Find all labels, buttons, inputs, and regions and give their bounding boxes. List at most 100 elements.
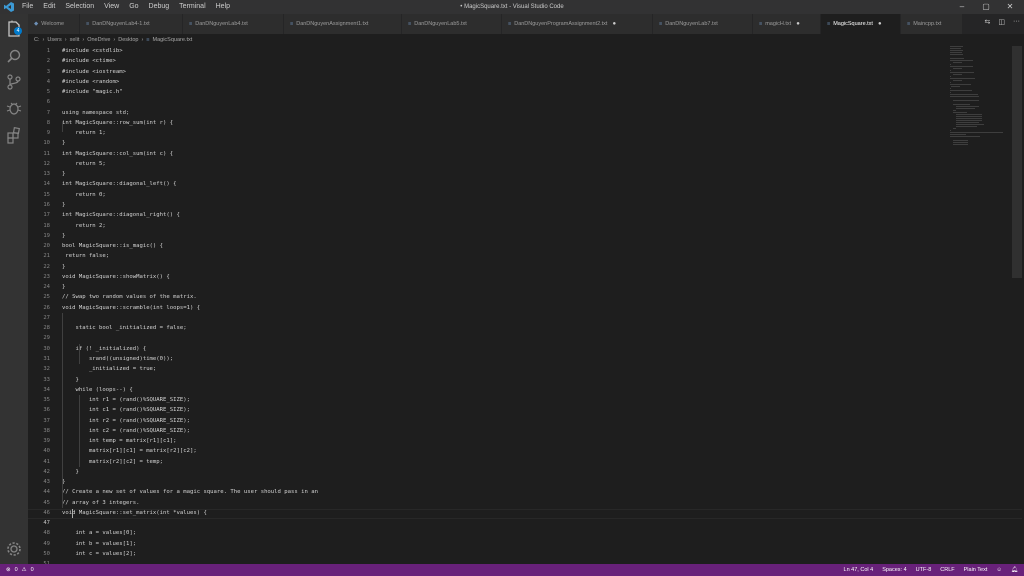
- line-ending[interactable]: CRLF: [940, 564, 954, 576]
- unsaved-dot-icon[interactable]: ●: [878, 21, 882, 27]
- code-line[interactable]: }: [62, 375, 962, 385]
- unsaved-dot-icon[interactable]: ●: [796, 21, 800, 27]
- code-line[interactable]: [62, 313, 962, 323]
- menu-terminal[interactable]: Terminal: [179, 2, 205, 12]
- tab-dandnguyenlab5-txt[interactable]: ≡ DanDNguyenLab5.txt: [402, 14, 502, 34]
- code-line[interactable]: }: [62, 169, 962, 179]
- code-line[interactable]: int r2 = (rand()%SQUARE_SIZE);: [62, 416, 962, 426]
- code-line[interactable]: }: [62, 138, 962, 148]
- code-line[interactable]: int a = values[0];: [62, 528, 962, 538]
- tab-dandnguyenprogramassignment2-txt[interactable]: ≡ DanDNguyenProgramAssignment2.txt ●: [502, 14, 653, 34]
- code-line[interactable]: return 5;: [62, 159, 962, 169]
- tab-dandnguyenlab4-txt[interactable]: ≡ DanDNguyenLab4.txt: [183, 14, 284, 34]
- split-editor-icon[interactable]: ◫: [998, 18, 1005, 26]
- minimap[interactable]: [950, 46, 1010, 145]
- code-line[interactable]: #include <iostream>: [62, 67, 962, 77]
- breadcrumb-item[interactable]: Users: [47, 34, 61, 46]
- tab-dandnguyenassignment1-txt[interactable]: ≡ DanDNguyenAssignment1.txt: [284, 14, 402, 34]
- debug-icon[interactable]: [5, 99, 23, 117]
- code-line[interactable]: matrix[r2][c2] = temp;: [62, 457, 962, 467]
- menu-go[interactable]: Go: [129, 2, 138, 12]
- settings-gear-icon[interactable]: [5, 540, 23, 558]
- close-button[interactable]: ✕: [1000, 1, 1020, 13]
- code-line[interactable]: #include <ctime>: [62, 56, 962, 66]
- breadcrumb-item[interactable]: C:: [34, 34, 40, 46]
- indentation[interactable]: Spaces: 4: [882, 564, 906, 576]
- menu-view[interactable]: View: [104, 2, 119, 12]
- code-line[interactable]: return 0;: [62, 190, 962, 200]
- code-line[interactable]: // Create a new set of values for a magi…: [62, 487, 962, 497]
- code-content[interactable]: #include <cstdlib> #include <ctime> #inclu…: [62, 46, 962, 570]
- encoding[interactable]: UTF-8: [916, 564, 932, 576]
- code-line[interactable]: void MagicSquare::set_matrix(int *values…: [62, 508, 962, 518]
- code-line[interactable]: bool MagicSquare::is_magic() {: [62, 241, 962, 251]
- tab-magicsquare-txt[interactable]: ≡ MagicSquare.txt ●: [821, 14, 901, 34]
- menu-selection[interactable]: Selection: [65, 2, 94, 12]
- vertical-scrollbar[interactable]: [1012, 46, 1022, 278]
- code-line[interactable]: int MagicSquare::col_sum(int c) {: [62, 149, 962, 159]
- code-line[interactable]: int MagicSquare::diagonal_right() {: [62, 210, 962, 220]
- code-line[interactable]: // array of 3 integers.: [62, 498, 962, 508]
- code-line[interactable]: #include "magic.h": [62, 87, 962, 97]
- feedback-smiley-icon[interactable]: ☺: [996, 564, 1002, 576]
- code-line[interactable]: }: [62, 282, 962, 292]
- breadcrumb-item[interactable]: MagicSquare.txt: [153, 34, 193, 46]
- extensions-icon[interactable]: [5, 126, 23, 144]
- compare-icon[interactable]: ⇆: [985, 18, 991, 26]
- menu-debug[interactable]: Debug: [149, 2, 170, 12]
- code-line[interactable]: return false;: [62, 251, 962, 261]
- code-line[interactable]: static bool _initialized = false;: [62, 323, 962, 333]
- code-line[interactable]: void MagicSquare::showMatrix() {: [62, 272, 962, 282]
- tab-dandnguyenlab7-txt[interactable]: ≡ DanDNguyenLab7.txt: [653, 14, 753, 34]
- code-line[interactable]: void MagicSquare::scramble(int loops=1) …: [62, 303, 962, 313]
- code-line[interactable]: }: [62, 200, 962, 210]
- tab-maincpp-txt[interactable]: ≡ Maincpp.txt: [901, 14, 963, 34]
- code-line[interactable]: }: [62, 262, 962, 272]
- menu-file[interactable]: File: [22, 2, 33, 12]
- more-actions-icon[interactable]: ···: [1013, 18, 1020, 26]
- code-line[interactable]: int r1 = (rand()%SQUARE_SIZE);: [62, 395, 962, 405]
- breadcrumb-item[interactable]: xelit: [70, 34, 80, 46]
- code-line[interactable]: int c2 = (rand()%SQUARE_SIZE);: [62, 426, 962, 436]
- code-line[interactable]: int MagicSquare::diagonal_left() {: [62, 179, 962, 189]
- code-line[interactable]: #include <cstdlib>: [62, 46, 962, 56]
- code-line[interactable]: int b = values[1];: [62, 539, 962, 549]
- tab-welcome[interactable]: ◆ Welcome: [28, 14, 80, 34]
- source-control-icon[interactable]: [5, 73, 23, 91]
- code-line[interactable]: if (! _initialized) {: [62, 344, 962, 354]
- code-editor[interactable]: 1 2 3 4 5 6 7 8 9 10 11 12 13 14 15 16 17 18 19 20 21 22 23 24 2…: [28, 46, 1024, 567]
- problems-indicator[interactable]: ⊗ 0 ⚠ 0: [6, 564, 34, 576]
- code-line[interactable]: using namespace std;: [62, 108, 962, 118]
- code-line[interactable]: }: [62, 467, 962, 477]
- menu-edit[interactable]: Edit: [43, 2, 55, 12]
- unsaved-dot-icon[interactable]: ●: [612, 21, 616, 27]
- menu-help[interactable]: Help: [216, 2, 230, 12]
- language-mode[interactable]: Plain Text: [964, 564, 988, 576]
- code-line[interactable]: matrix[r1][c1] = matrix[r2][c2];: [62, 446, 962, 456]
- minimize-button[interactable]: –: [952, 1, 972, 13]
- tab-magich-txt[interactable]: ≡ magicH.txt ●: [753, 14, 821, 34]
- cursor-position[interactable]: Ln 47, Col 4: [844, 564, 874, 576]
- notifications-bell-icon[interactable]: 🔔︎: [1011, 564, 1018, 576]
- restore-button[interactable]: ▢: [976, 1, 996, 13]
- tab-dandnguyenlab4-1-txt[interactable]: ≡ DanDNguyenLab4-1.txt: [80, 14, 183, 34]
- code-line[interactable]: int temp = matrix[r1][c1];: [62, 436, 962, 446]
- code-line[interactable]: int MagicSquare::row_sum(int r) {: [62, 118, 962, 128]
- code-line[interactable]: }: [62, 231, 962, 241]
- code-line[interactable]: _initialized = true;: [62, 364, 962, 374]
- search-icon[interactable]: [5, 48, 23, 66]
- code-line[interactable]: srand((unsigned)time(0));: [62, 354, 962, 364]
- code-line[interactable]: [62, 333, 962, 343]
- breadcrumb-item[interactable]: OneDrive: [87, 34, 110, 46]
- code-line[interactable]: // Swap two random values of the matrix.: [62, 292, 962, 302]
- code-line[interactable]: return 2;: [62, 221, 962, 231]
- code-line[interactable]: while (loops--) {: [62, 385, 962, 395]
- code-line[interactable]: int c = values[2];: [62, 549, 962, 559]
- code-line[interactable]: [62, 518, 962, 528]
- code-line[interactable]: [62, 97, 962, 107]
- code-line[interactable]: }: [62, 477, 962, 487]
- code-line[interactable]: #include <random>: [62, 77, 962, 87]
- code-line[interactable]: int c1 = (rand()%SQUARE_SIZE);: [62, 405, 962, 415]
- code-line[interactable]: return 1;: [62, 128, 962, 138]
- breadcrumb-item[interactable]: Desktop: [118, 34, 138, 46]
